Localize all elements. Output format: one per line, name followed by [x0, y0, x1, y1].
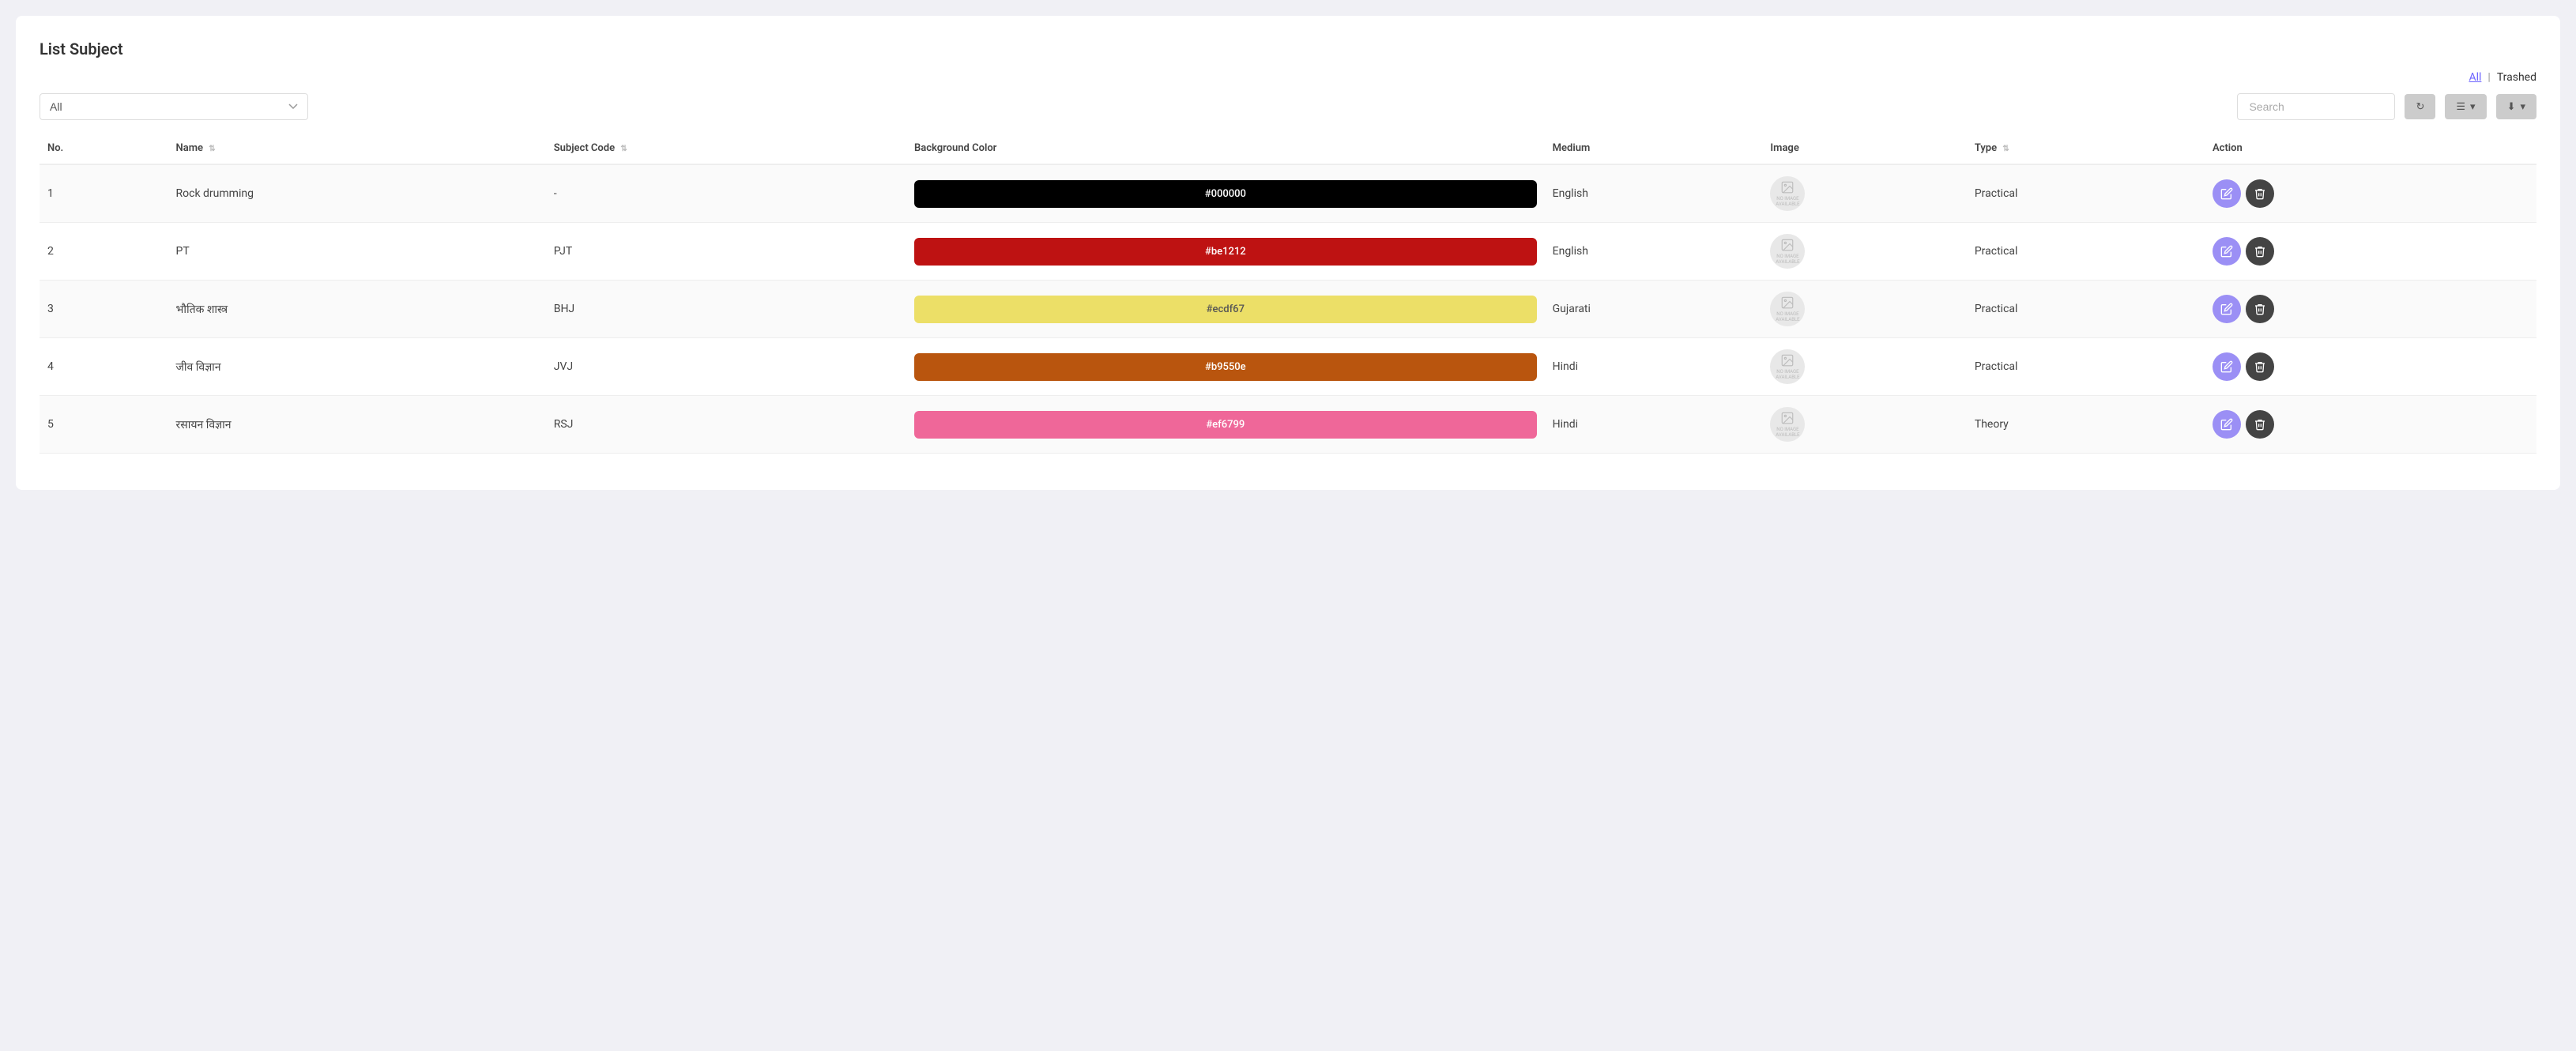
cell-image: NO IMAGEAVAILABLE: [1762, 396, 1966, 454]
cell-name: PT: [168, 223, 546, 281]
cell-action: [2205, 223, 2536, 281]
col-no: No.: [40, 133, 168, 164]
no-image-placeholder: NO IMAGEAVAILABLE: [1770, 349, 1805, 384]
link-all[interactable]: All: [2469, 71, 2481, 84]
edit-button[interactable]: [2213, 352, 2241, 381]
cell-bg-color: #b9550e: [906, 338, 1545, 396]
filter-select[interactable]: All: [40, 93, 308, 120]
cell-image: NO IMAGEAVAILABLE: [1762, 223, 1966, 281]
edit-button[interactable]: [2213, 295, 2241, 323]
cell-action: [2205, 338, 2536, 396]
cell-type: Practical: [1967, 338, 2205, 396]
cell-type: Practical: [1967, 281, 2205, 338]
link-separator: |: [2487, 71, 2490, 84]
list-icon: ☰: [2456, 100, 2465, 113]
sort-type-icon: ⇅: [2002, 145, 2009, 153]
edit-button[interactable]: [2213, 179, 2241, 208]
no-image-placeholder: NO IMAGEAVAILABLE: [1770, 407, 1805, 442]
cell-subject-code: PJT: [546, 223, 906, 281]
cell-no: 5: [40, 396, 168, 454]
cell-name: रसायन विज्ञान: [168, 396, 546, 454]
top-links: All | Trashed: [40, 71, 2536, 84]
download-icon: ⬇: [2507, 100, 2516, 113]
delete-button[interactable]: [2246, 410, 2274, 439]
col-bg-color: Background Color: [906, 133, 1545, 164]
delete-button[interactable]: [2246, 237, 2274, 266]
col-subject-code: Subject Code ⇅: [546, 133, 906, 164]
col-action: Action: [2205, 133, 2536, 164]
cell-bg-color: #000000: [906, 164, 1545, 223]
cell-no: 2: [40, 223, 168, 281]
cell-subject-code: RSJ: [546, 396, 906, 454]
cell-medium: Hindi: [1545, 338, 1763, 396]
chevron-down-icon: ▾: [2470, 100, 2476, 113]
edit-button[interactable]: [2213, 237, 2241, 266]
cell-subject-code: -: [546, 164, 906, 223]
cell-action: [2205, 396, 2536, 454]
cell-no: 1: [40, 164, 168, 223]
col-name: Name ⇅: [168, 133, 546, 164]
cell-name: Rock drumming: [168, 164, 546, 223]
cell-image: NO IMAGEAVAILABLE: [1762, 338, 1966, 396]
no-image-placeholder: NO IMAGEAVAILABLE: [1770, 292, 1805, 326]
page-title: List Subject: [40, 40, 2536, 58]
link-trashed[interactable]: Trashed: [2497, 71, 2536, 84]
cell-name: जीव विज्ञान: [168, 338, 546, 396]
search-input[interactable]: [2237, 93, 2395, 120]
cell-image: NO IMAGEAVAILABLE: [1762, 281, 1966, 338]
cell-bg-color: #be1212: [906, 223, 1545, 281]
cell-action: [2205, 164, 2536, 223]
table-row: 1Rock drumming-#000000EnglishNO IMAGEAVA…: [40, 164, 2536, 223]
cell-medium: English: [1545, 164, 1763, 223]
view-toggle-button[interactable]: ☰ ▾: [2445, 94, 2486, 119]
cell-bg-color: #ef6799: [906, 396, 1545, 454]
table-header-row: No. Name ⇅ Subject Code ⇅ Background Col…: [40, 133, 2536, 164]
delete-button[interactable]: [2246, 352, 2274, 381]
cell-name: भौतिक शास्त्र: [168, 281, 546, 338]
toolbar: All ↻ ☰ ▾ ⬇ ▾: [40, 93, 2536, 120]
table-row: 3भौतिक शास्त्रBHJ#ecdf67GujaratiNO IMAGE…: [40, 281, 2536, 338]
refresh-button[interactable]: ↻: [2405, 94, 2435, 119]
delete-button[interactable]: [2246, 179, 2274, 208]
no-image-placeholder: NO IMAGEAVAILABLE: [1770, 234, 1805, 269]
refresh-icon: ↻: [2416, 100, 2424, 113]
table-row: 5रसायन विज्ञानRSJ#ef6799HindiNO IMAGEAVA…: [40, 396, 2536, 454]
col-image: Image: [1762, 133, 1966, 164]
sort-code-icon: ⇅: [620, 145, 627, 153]
table-row: 4जीव विज्ञानJVJ#b9550eHindiNO IMAGEAVAIL…: [40, 338, 2536, 396]
export-button[interactable]: ⬇ ▾: [2496, 94, 2536, 119]
cell-no: 4: [40, 338, 168, 396]
col-type: Type ⇅: [1967, 133, 2205, 164]
delete-button[interactable]: [2246, 295, 2274, 323]
sort-name-icon: ⇅: [209, 145, 215, 153]
cell-type: Practical: [1967, 164, 2205, 223]
chevron-down-icon-export: ▾: [2520, 100, 2525, 113]
cell-medium: Hindi: [1545, 396, 1763, 454]
cell-type: Theory: [1967, 396, 2205, 454]
edit-button[interactable]: [2213, 410, 2241, 439]
cell-type: Practical: [1967, 223, 2205, 281]
subjects-table: No. Name ⇅ Subject Code ⇅ Background Col…: [40, 133, 2536, 454]
col-medium: Medium: [1545, 133, 1763, 164]
cell-image: NO IMAGEAVAILABLE: [1762, 164, 1966, 223]
cell-medium: English: [1545, 223, 1763, 281]
cell-subject-code: JVJ: [546, 338, 906, 396]
cell-medium: Gujarati: [1545, 281, 1763, 338]
cell-no: 3: [40, 281, 168, 338]
no-image-placeholder: NO IMAGEAVAILABLE: [1770, 176, 1805, 211]
cell-bg-color: #ecdf67: [906, 281, 1545, 338]
cell-subject-code: BHJ: [546, 281, 906, 338]
table-row: 2PTPJT#be1212EnglishNO IMAGEAVAILABLE Pra…: [40, 223, 2536, 281]
cell-action: [2205, 281, 2536, 338]
